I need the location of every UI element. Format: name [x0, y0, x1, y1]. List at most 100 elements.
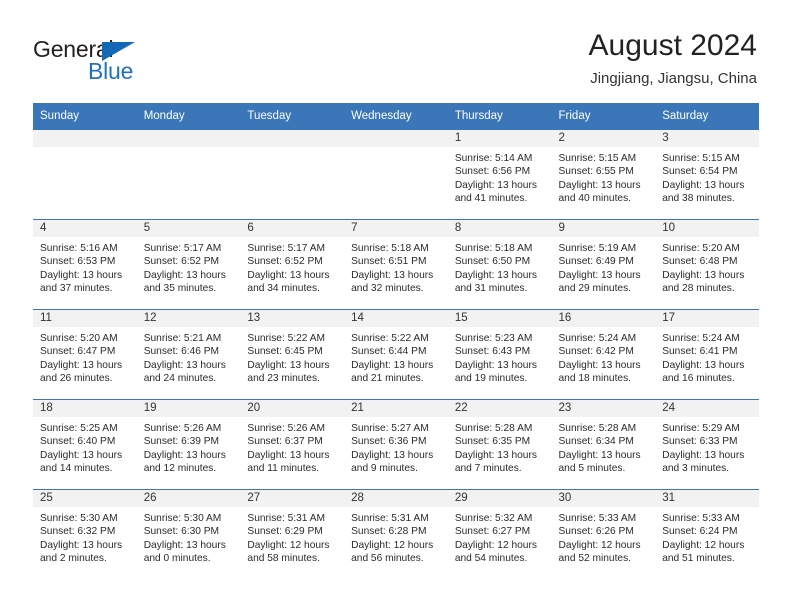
day-details: Sunrise: 5:14 AM Sunset: 6:56 PM Daylight:… [448, 147, 552, 206]
daylight-text-line1: Daylight: 13 hours [454, 269, 537, 281]
calendar-day-cell[interactable]: 24 Sunrise: 5:29 AM Sunset: 6:33 PM Dayligh… [655, 399, 759, 490]
sunset-text: Sunset: 6:30 PM [143, 526, 220, 538]
sunrise-text: Sunrise: 5:31 AM [351, 513, 429, 524]
sunrise-text: Sunrise: 5:32 AM [454, 513, 533, 524]
daylight-text-line1: Daylight: 13 hours [454, 359, 537, 371]
calendar-week-row: 25 Sunrise: 5:30 AM Sunset: 6:32 PM Dayligh… [33, 489, 759, 579]
daylight-text-line1: Daylight: 13 hours [143, 359, 226, 371]
day-number: 2 [551, 130, 656, 147]
calendar-day-cell[interactable]: 7 Sunrise: 5:18 AM Sunset: 6:51 PM Daylight… [344, 219, 448, 310]
calendar-day-cell[interactable]: 26 Sunrise: 5:30 AM Sunset: 6:30 PM Dayligh… [136, 489, 241, 579]
sunrise-text: Sunrise: 5:18 AM [454, 243, 533, 254]
daylight-text-line1: Daylight: 12 hours [247, 539, 330, 551]
sunrise-text: Sunrise: 5:22 AM [351, 333, 429, 344]
day-number: 31 [655, 490, 759, 507]
daylight-text-line1: Daylight: 13 hours [454, 449, 537, 461]
calendar-day-cell[interactable]: 11 Sunrise: 5:20 AM Sunset: 6:47 PM Dayligh… [33, 309, 137, 400]
calendar-body: 1 Sunrise: 5:14 AM Sunset: 6:56 PM Daylight… [33, 129, 759, 579]
daylight-text-line2: and 35 minutes. [143, 283, 217, 295]
sunrise-text: Sunrise: 5:15 AM [662, 153, 740, 164]
daylight-text-line1: Daylight: 13 hours [351, 359, 434, 371]
day-number: 30 [551, 490, 656, 507]
daylight-text-line2: and 37 minutes. [40, 283, 113, 295]
day-number: 28 [344, 490, 448, 507]
day-number: 7 [344, 220, 448, 237]
calendar-day-cell[interactable]: 28 Sunrise: 5:31 AM Sunset: 6:28 PM Dayligh… [344, 489, 448, 579]
daylight-text-line2: and 40 minutes. [558, 193, 632, 205]
calendar-day-cell[interactable]: 21 Sunrise: 5:27 AM Sunset: 6:36 PM Dayligh… [344, 399, 448, 490]
calendar-day-cell-empty [240, 129, 345, 220]
day-number: 9 [551, 220, 656, 237]
calendar-day-cell[interactable]: 19 Sunrise: 5:26 AM Sunset: 6:39 PM Dayligh… [136, 399, 241, 490]
daylight-text-line2: and 29 minutes. [558, 283, 632, 295]
calendar-day-cell[interactable]: 30 Sunrise: 5:33 AM Sunset: 6:26 PM Dayligh… [551, 489, 656, 579]
calendar-day-cell[interactable]: 23 Sunrise: 5:28 AM Sunset: 6:34 PM Dayligh… [551, 399, 656, 490]
calendar-day-cell[interactable]: 16 Sunrise: 5:24 AM Sunset: 6:42 PM Dayligh… [551, 309, 656, 400]
calendar-day-cell[interactable]: 3 Sunrise: 5:15 AM Sunset: 6:54 PM Daylight… [655, 129, 759, 220]
daylight-text-line1: Daylight: 13 hours [40, 269, 123, 281]
sunset-text: Sunset: 6:41 PM [662, 346, 738, 358]
sunrise-text: Sunrise: 5:28 AM [558, 423, 637, 434]
calendar-day-cell[interactable]: 27 Sunrise: 5:31 AM Sunset: 6:29 PM Dayligh… [240, 489, 345, 579]
daylight-text-line1: Daylight: 13 hours [454, 179, 537, 191]
daylight-text-line1: Daylight: 13 hours [143, 539, 226, 551]
calendar-day-cell[interactable]: 18 Sunrise: 5:25 AM Sunset: 6:40 PM Dayligh… [33, 399, 137, 490]
sunrise-text: Sunrise: 5:28 AM [454, 423, 533, 434]
day-number: 15 [447, 310, 552, 327]
weekday-header-tuesday: Tuesday [240, 103, 345, 130]
calendar-day-cell[interactable]: 12 Sunrise: 5:21 AM Sunset: 6:46 PM Dayligh… [136, 309, 241, 400]
sunset-text: Sunset: 6:32 PM [40, 526, 116, 538]
calendar-day-cell[interactable]: 20 Sunrise: 5:26 AM Sunset: 6:37 PM Dayligh… [240, 399, 345, 490]
daylight-text-line2: and 7 minutes. [454, 463, 522, 475]
calendar-day-cell[interactable]: 31 Sunrise: 5:33 AM Sunset: 6:24 PM Dayligh… [655, 489, 759, 579]
day-number [136, 130, 241, 147]
sunrise-text: Sunrise: 5:29 AM [662, 423, 740, 434]
calendar-day-cell[interactable]: 17 Sunrise: 5:24 AM Sunset: 6:41 PM Dayligh… [655, 309, 759, 400]
calendar-day-cell[interactable]: 22 Sunrise: 5:28 AM Sunset: 6:35 PM Dayligh… [447, 399, 552, 490]
daylight-text-line1: Daylight: 13 hours [247, 449, 330, 461]
calendar-day-cell[interactable]: 13 Sunrise: 5:22 AM Sunset: 6:45 PM Dayligh… [240, 309, 345, 400]
daylight-text-line2: and 23 minutes. [247, 373, 320, 385]
calendar-day-cell[interactable]: 15 Sunrise: 5:23 AM Sunset: 6:43 PM Dayligh… [447, 309, 552, 400]
calendar-day-cell[interactable]: 1 Sunrise: 5:14 AM Sunset: 6:56 PM Daylight… [447, 129, 552, 220]
day-number: 14 [344, 310, 448, 327]
day-details: Sunrise: 5:33 AM Sunset: 6:26 PM Daylight:… [552, 507, 656, 566]
calendar-day-cell[interactable]: 10 Sunrise: 5:20 AM Sunset: 6:48 PM Dayligh… [655, 219, 759, 310]
day-number: 4 [33, 220, 137, 237]
calendar-day-cell[interactable]: 9 Sunrise: 5:19 AM Sunset: 6:49 PM Daylight… [551, 219, 656, 310]
sunset-text: Sunset: 6:47 PM [40, 346, 116, 358]
calendar-day-cell[interactable]: 8 Sunrise: 5:18 AM Sunset: 6:50 PM Daylight… [447, 219, 552, 310]
calendar-day-cell[interactable]: 5 Sunrise: 5:17 AM Sunset: 6:52 PM Daylight… [136, 219, 241, 310]
calendar-page: General Blue August 2024 Jingjiang, Jian… [0, 0, 792, 612]
calendar-day-cell[interactable]: 29 Sunrise: 5:32 AM Sunset: 6:27 PM Dayligh… [447, 489, 552, 579]
sunset-text: Sunset: 6:36 PM [351, 436, 427, 448]
day-number: 12 [136, 310, 241, 327]
calendar-week-row: 11 Sunrise: 5:20 AM Sunset: 6:47 PM Dayligh… [33, 309, 759, 400]
sunrise-text: Sunrise: 5:17 AM [143, 243, 222, 254]
daylight-text-line2: and 5 minutes. [558, 463, 626, 475]
daylight-text-line1: Daylight: 13 hours [247, 269, 330, 281]
day-number: 20 [240, 400, 345, 417]
calendar-day-cell[interactable]: 4 Sunrise: 5:16 AM Sunset: 6:53 PM Daylight… [33, 219, 137, 310]
sunset-text: Sunset: 6:42 PM [558, 346, 634, 358]
calendar-day-cell[interactable]: 14 Sunrise: 5:22 AM Sunset: 6:44 PM Dayligh… [344, 309, 448, 400]
daylight-text-line1: Daylight: 13 hours [351, 269, 434, 281]
sunrise-text: Sunrise: 5:22 AM [247, 333, 325, 344]
daylight-text-line2: and 14 minutes. [40, 463, 113, 475]
general-blue-logo[interactable]: General Blue [33, 36, 213, 86]
day-number [240, 130, 345, 147]
calendar-day-cell[interactable]: 2 Sunrise: 5:15 AM Sunset: 6:55 PM Daylight… [551, 129, 656, 220]
day-details: Sunrise: 5:28 AM Sunset: 6:34 PM Daylight:… [552, 417, 656, 476]
daylight-text-line1: Daylight: 13 hours [558, 359, 641, 371]
daylight-text-line1: Daylight: 13 hours [143, 449, 226, 461]
calendar-header-row: Sunday Monday Tuesday Wednesday Thursday… [33, 103, 759, 130]
day-number: 6 [240, 220, 345, 237]
day-number: 10 [655, 220, 759, 237]
sunrise-text: Sunrise: 5:17 AM [247, 243, 325, 254]
day-number: 5 [136, 220, 241, 237]
calendar-day-cell[interactable]: 6 Sunrise: 5:17 AM Sunset: 6:52 PM Daylight… [240, 219, 345, 310]
calendar-day-cell[interactable]: 25 Sunrise: 5:30 AM Sunset: 6:32 PM Dayligh… [33, 489, 137, 579]
daylight-text-line1: Daylight: 13 hours [351, 449, 434, 461]
day-details: Sunrise: 5:22 AM Sunset: 6:45 PM Daylight:… [240, 327, 344, 386]
sunset-text: Sunset: 6:26 PM [558, 526, 634, 538]
